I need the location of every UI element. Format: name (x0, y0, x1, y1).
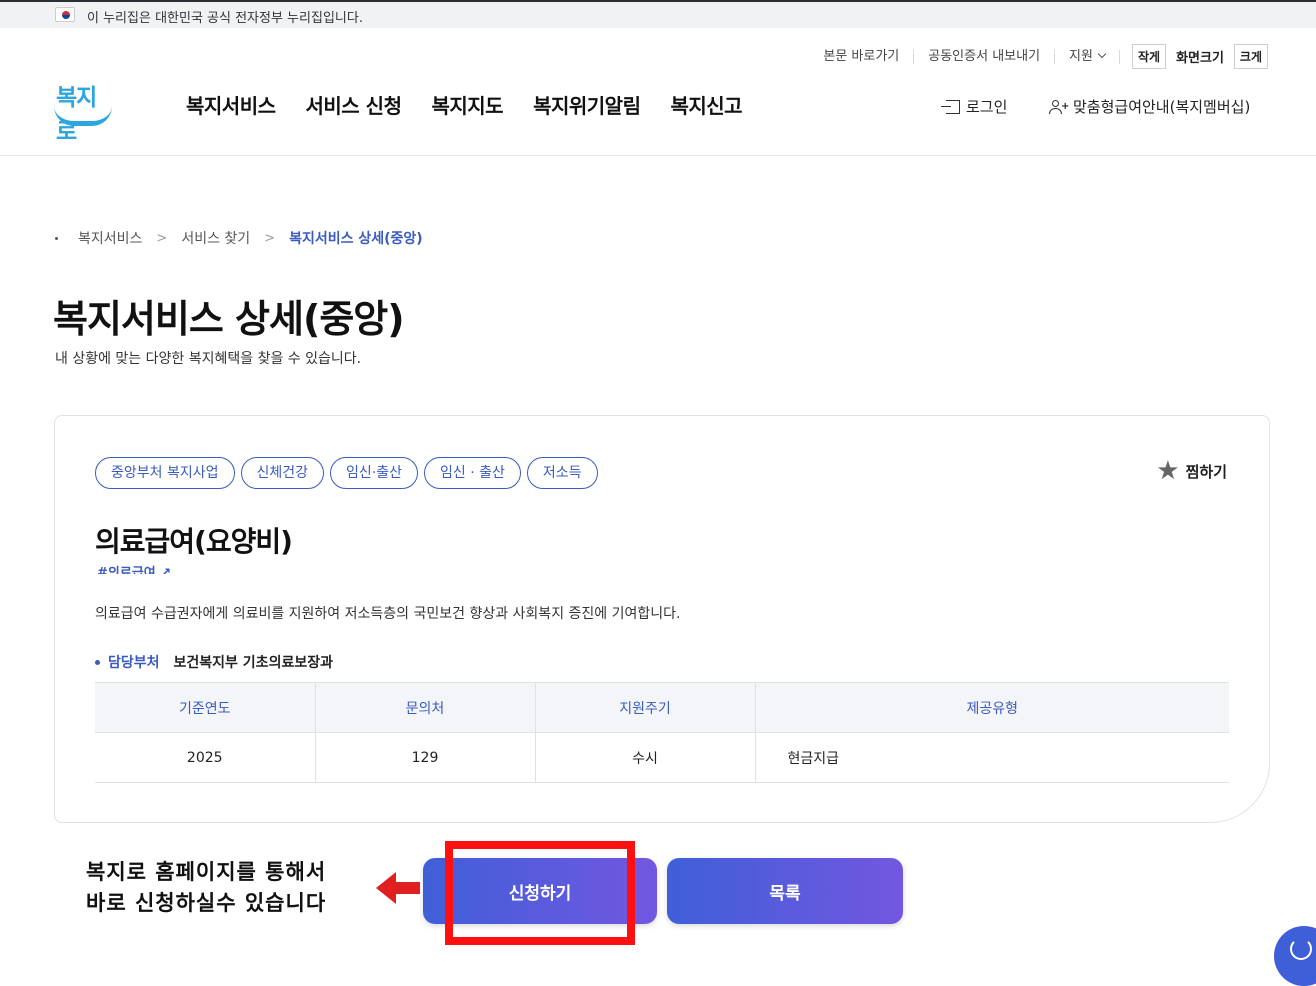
service-description: 의료급여 수급권자에게 의료비를 지원하여 저소득층의 국민보건 향상과 사회복… (95, 606, 681, 622)
annotation-line: 복지로 홈페이지를 통해서 (86, 860, 327, 884)
department-label: 담당부처 (108, 655, 160, 671)
nav-item-welfare-services[interactable]: 복지서비스 (186, 90, 276, 119)
table-cell: 현금지급 (755, 732, 1229, 783)
font-large-button[interactable]: 크게 (1233, 44, 1268, 69)
breadcrumb-separator-icon: > (156, 230, 168, 246)
tag[interactable]: 저소득 (526, 457, 598, 489)
table-header: 지원주기 (535, 682, 756, 733)
cert-export-link[interactable]: 공동인증서 내보내기 (914, 49, 1056, 64)
gov-banner: 이 누리집은 대한민국 공식 전자정부 누리집입니다. (0, 0, 1316, 28)
login-label: 로그인 (966, 98, 1008, 116)
support-label: 지원 (1069, 48, 1093, 64)
highlight-box (445, 841, 635, 945)
history-icon (1290, 938, 1312, 960)
nav-item-service-apply[interactable]: 서비스 신청 (306, 90, 402, 119)
breadcrumb-item[interactable]: 서비스 찾기 (181, 228, 250, 248)
membership-link[interactable]: + 맞춤형급여안내(복지멤버십) (1049, 96, 1250, 117)
favorite-label: 찜하기 (1185, 462, 1227, 481)
table-header: 기준연도 (95, 682, 316, 733)
service-info-table: 기준연도 문의처 지원주기 제공유형 2025 129 수시 현금지급 (95, 682, 1229, 783)
list-button[interactable]: 목록 (667, 858, 903, 924)
tag-list: 중앙부처 복지사업 신체건강 임신·출산 임신 · 출산 저소득 (95, 457, 604, 489)
nav-item-welfare-map[interactable]: 복지지도 (431, 90, 503, 119)
department-value: 보건복지부 기초의료보장과 (173, 655, 333, 671)
left-arrow-icon (376, 872, 422, 904)
service-card: 중앙부처 복지사업 신체건강 임신·출산 임신 · 출산 저소득 ★ 찜하기 의… (54, 415, 1270, 823)
chevron-down-icon (1097, 49, 1107, 58)
annotation-text: 복지로 홈페이지를 통해서 바로 신청하실수 있습니다 (86, 857, 326, 919)
breadcrumb: 복지서비스 > 서비스 찾기 > 복지서비스 상세(중앙) (55, 228, 423, 248)
star-icon: ★ (1156, 456, 1180, 486)
department-row: 담당부처 보건복지부 기초의료보장과 (95, 652, 333, 672)
font-size-label: 화면크기 (1176, 51, 1224, 66)
tag[interactable]: 임신 · 출산 (424, 457, 521, 489)
korea-flag-icon (55, 7, 75, 22)
hashtag-link[interactable]: #의료급여 ↗ (97, 562, 171, 574)
nav-item-welfare-report[interactable]: 복지신고 (670, 90, 742, 119)
table-cell: 수시 (535, 732, 756, 783)
page-description: 내 상황에 맞는 다양한 복지혜택을 찾을 수 있습니다. (55, 351, 362, 367)
breadcrumb-item[interactable]: 복지서비스 (78, 228, 142, 248)
table-cell: 2025 (95, 732, 316, 783)
table-row: 2025 129 수시 현금지급 (95, 732, 1229, 783)
logo[interactable]: 복지로 (52, 78, 116, 145)
user-add-icon: + (1049, 99, 1069, 114)
favorite-button[interactable]: ★ 찜하기 (1156, 456, 1227, 486)
support-dropdown[interactable]: 지원 (1055, 48, 1120, 64)
external-link-icon: ↗ (155, 566, 172, 574)
tag[interactable]: 신체건강 (240, 457, 325, 489)
tag[interactable]: 임신·출산 (330, 457, 419, 489)
home-dot-icon (55, 236, 58, 240)
table-header: 제공유형 (755, 682, 1229, 733)
annotation-line: 바로 신청하실수 있습니다 (86, 891, 327, 915)
tag[interactable]: 중앙부처 복지사업 (95, 457, 235, 489)
table-header-row: 기준연도 문의처 지원주기 제공유형 (95, 682, 1229, 733)
history-floating-button[interactable] (1274, 926, 1316, 986)
utility-nav: 본문 바로가기 공동인증서 내보내기 지원 작게 화면크기 크게 (809, 44, 1268, 69)
breadcrumb-current: 복지서비스 상세(중앙) (289, 231, 423, 247)
bullet-icon (95, 659, 100, 665)
main-nav: 복지서비스 서비스 신청 복지지도 복지위기알림 복지신고 (186, 90, 772, 119)
breadcrumb-separator-icon: > (264, 230, 276, 246)
hashtag-text: #의료급여 (97, 566, 156, 574)
login-icon (941, 99, 960, 114)
gov-banner-text: 이 누리집은 대한민국 공식 전자정부 누리집입니다. (87, 11, 363, 26)
table-cell: 129 (315, 732, 536, 783)
table-header: 문의처 (315, 682, 536, 733)
service-title: 의료급여(요양비) (95, 525, 293, 558)
font-small-button[interactable]: 작게 (1131, 44, 1167, 69)
nav-item-crisis-alert[interactable]: 복지위기알림 (533, 90, 641, 119)
site-header: 본문 바로가기 공동인증서 내보내기 지원 작게 화면크기 크게 복지로 복지서… (0, 28, 1316, 156)
login-link[interactable]: 로그인 (941, 96, 1008, 117)
page-title: 복지서비스 상세(중앙) (53, 297, 405, 341)
membership-label: 맞춤형급여안내(복지멤버십) (1073, 98, 1251, 116)
skip-to-content-link[interactable]: 본문 바로가기 (809, 49, 915, 64)
